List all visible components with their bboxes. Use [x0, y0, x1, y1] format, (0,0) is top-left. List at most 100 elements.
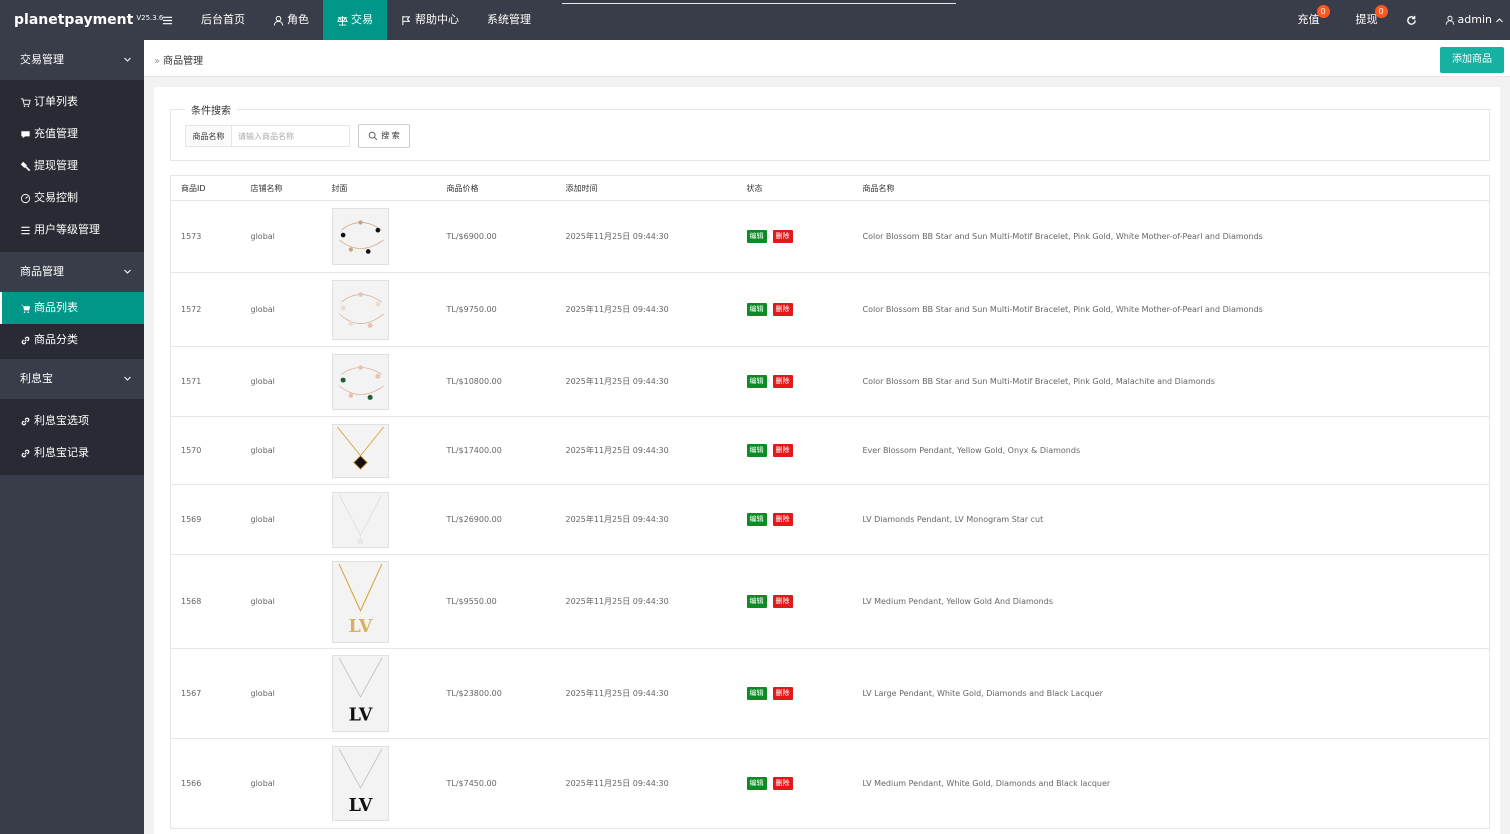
edit-button[interactable]: 编辑 — [746, 230, 767, 243]
product-cover-image[interactable] — [331, 423, 389, 478]
chevron-down-icon — [124, 57, 131, 62]
cell-name: LV Medium Pendant, Yellow Gold And Diamo… — [852, 554, 1490, 649]
cell-id: 1571 — [170, 346, 241, 417]
delete-button[interactable]: 删除 — [772, 687, 793, 700]
sidebar-item-label: 利息宝选项 — [34, 414, 89, 427]
sidebar-item-withdraw[interactable]: 提现管理 — [0, 150, 144, 182]
menu-toggle-button[interactable] — [148, 0, 187, 40]
search-button[interactable]: 搜 索 — [358, 124, 410, 148]
cell-shop: global — [240, 272, 322, 347]
cell-shop: global — [240, 554, 322, 649]
sidebar-group-label: 利息宝 — [20, 372, 53, 385]
delete-button[interactable]: 删除 — [772, 777, 793, 790]
product-cover-image[interactable]: LV — [331, 560, 389, 643]
product-cover-image[interactable]: LV — [331, 655, 389, 732]
sidebar-item-interest-records[interactable]: 利息宝记录 — [0, 437, 144, 469]
col-name[interactable]: 商品名称 — [852, 175, 1490, 201]
edit-button[interactable]: 编辑 — [746, 513, 767, 526]
nav-home[interactable]: 后台首页 — [187, 0, 259, 40]
link-icon — [21, 336, 30, 344]
top-bar: planetpayment V25.3.6 后台首页 角色 交易 帮助中心 系统管… — [0, 0, 1510, 40]
sidebar-item-interest-options[interactable]: 利息宝选项 — [0, 405, 144, 437]
cell-cover — [321, 484, 437, 555]
search-input[interactable] — [231, 125, 350, 147]
cell-time: 2025年11月25日 09:44:30 — [555, 200, 737, 273]
delete-button[interactable]: 删除 — [772, 375, 793, 388]
cell-cover — [321, 200, 437, 273]
edit-button[interactable]: 编辑 — [746, 595, 767, 608]
nav-help[interactable]: 帮助中心 — [387, 0, 473, 40]
delete-button[interactable]: 删除 — [772, 513, 793, 526]
edit-button[interactable]: 编辑 — [746, 687, 767, 700]
cell-status: 编辑 删除 — [736, 484, 853, 555]
cell-time: 2025年11月25日 09:44:30 — [555, 416, 737, 485]
user-menu[interactable]: admin — [1431, 0, 1510, 40]
edit-button[interactable]: 编辑 — [746, 777, 767, 790]
refresh-button[interactable] — [1392, 0, 1431, 40]
sidebar-item-recharge[interactable]: 充值管理 — [0, 118, 144, 150]
withdraw-badge: 0 — [1374, 5, 1388, 18]
cell-price: TL/$7450.00 — [436, 738, 556, 829]
col-status[interactable]: 状态 — [736, 175, 853, 201]
app-name: planetpayment — [14, 12, 134, 28]
product-cover-image[interactable] — [331, 279, 389, 340]
cell-time: 2025年11月25日 09:44:30 — [555, 272, 737, 347]
sidebar-submenu-products: 商品列表 商品分类 — [0, 292, 144, 359]
cell-name: Ever Blossom Pendant, Yellow Gold, Onyx … — [852, 416, 1490, 485]
nav-trade[interactable]: 交易 — [323, 0, 387, 40]
username: admin — [1457, 13, 1492, 26]
recharge-link[interactable]: 充值 0 — [1284, 0, 1334, 40]
table-row: 1568 global LV TL/$9550.00 2025年11月25日 09:44… — [170, 554, 1490, 649]
product-cover-image[interactable] — [331, 208, 389, 265]
add-product-button[interactable]: 添加商品 — [1440, 47, 1504, 73]
cell-time: 2025年11月25日 09:44:30 — [555, 554, 737, 649]
top-right-actions: 充值 0 提现 0 admin — [1284, 0, 1510, 40]
col-shop[interactable]: 店铺名称 — [240, 175, 322, 201]
cell-name: LV Large Pendant, White Gold, Diamonds a… — [852, 648, 1490, 739]
edit-button[interactable]: 编辑 — [746, 303, 767, 316]
cell-shop: global — [240, 484, 322, 555]
cell-status: 编辑 删除 — [736, 648, 853, 739]
sidebar-item-user-level[interactable]: 用户等级管理 — [0, 214, 144, 246]
sidebar-item-trade-control[interactable]: 交易控制 — [0, 182, 144, 214]
withdraw-link[interactable]: 提现 0 — [1342, 0, 1392, 40]
sidebar-item-orders[interactable]: 订单列表 — [0, 86, 144, 118]
delete-button[interactable]: 删除 — [772, 444, 793, 457]
sidebar-group-interest[interactable]: 利息宝 — [0, 359, 144, 399]
col-price[interactable]: 商品价格 — [436, 175, 556, 201]
nav-trade-label: 交易 — [351, 13, 373, 26]
sidebar-item-label: 交易控制 — [34, 191, 78, 204]
sidebar-item-product-category[interactable]: 商品分类 — [0, 324, 144, 356]
cell-id: 1568 — [170, 554, 241, 649]
cell-name: LV Medium Pendant, White Gold, Diamonds … — [852, 738, 1490, 829]
chevron-down-icon — [124, 269, 131, 274]
edit-button[interactable]: 编辑 — [746, 375, 767, 388]
delete-button[interactable]: 删除 — [772, 595, 793, 608]
nav-role[interactable]: 角色 — [259, 0, 323, 40]
sidebar-submenu-trade: 订单列表 充值管理 提现管理 交易控制 用户等级管理 — [0, 80, 144, 252]
product-cover-image[interactable] — [331, 353, 389, 410]
app-logo[interactable]: planetpayment V25.3.6 — [14, 12, 163, 28]
sidebar-item-label: 订单列表 — [34, 95, 78, 108]
col-time[interactable]: 添加时间 — [555, 175, 737, 201]
sidebar-submenu-interest: 利息宝选项 利息宝记录 — [0, 399, 144, 475]
col-cover[interactable]: 封面 — [321, 175, 437, 201]
product-cover-image[interactable]: LV — [331, 746, 389, 821]
delete-button[interactable]: 删除 — [772, 230, 793, 243]
recharge-label: 充值 — [1297, 13, 1320, 26]
user-icon — [1445, 15, 1454, 25]
sidebar-group-trade[interactable]: 交易管理 — [0, 40, 144, 80]
sidebar-item-label: 利息宝记录 — [34, 446, 89, 459]
search-field-label: 商品名称 — [185, 125, 232, 147]
nav-system[interactable]: 系统管理 — [473, 0, 545, 40]
chevron-up-icon — [1496, 17, 1503, 22]
delete-button[interactable]: 删除 — [772, 303, 793, 316]
sidebar-group-products[interactable]: 商品管理 — [0, 252, 144, 292]
edit-button[interactable]: 编辑 — [746, 444, 767, 457]
sidebar-item-product-list[interactable]: 商品列表 — [0, 292, 144, 324]
chevron-down-icon — [124, 376, 131, 381]
top-nav: 后台首页 角色 交易 帮助中心 系统管理 — [148, 0, 545, 40]
product-cover-image[interactable] — [331, 491, 389, 548]
cell-id: 1567 — [170, 648, 241, 739]
col-id[interactable]: 商品ID — [170, 175, 241, 201]
